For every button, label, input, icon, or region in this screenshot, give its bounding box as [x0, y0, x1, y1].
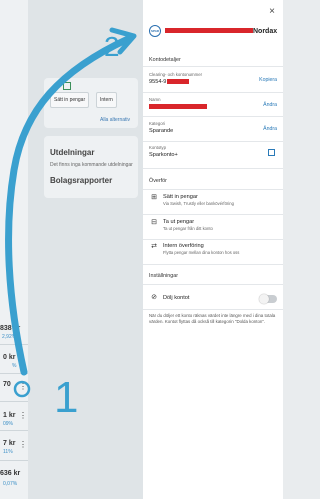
category-field: Kategori Sparande Ändra [149, 121, 277, 134]
withdraw-subtitle: Ta ut pengar från ditt konto [163, 226, 213, 231]
account-type-label: Kontotyp [149, 145, 166, 150]
all-alternatives-link[interactable]: Alla alternativ [100, 117, 130, 123]
holding-pct: 11% [3, 449, 13, 455]
divider [143, 141, 283, 142]
category-value: Sparande [149, 128, 174, 134]
settings-section-header: Inställningar [149, 273, 179, 279]
divider [143, 239, 283, 240]
internal-transfer-title: Intern överföring [163, 243, 204, 249]
account-header: SPAR Nordax [149, 25, 277, 37]
more-options-icon[interactable]: ⋮ [19, 353, 27, 361]
copy-button[interactable]: Kopiera [259, 77, 277, 83]
deposit-row[interactable]: ⊞ Sätt in pengar Via Swish, Trustly elle… [149, 194, 277, 206]
more-options-icon[interactable]: ⋮ [19, 383, 27, 391]
divider [143, 168, 283, 169]
divider [143, 309, 283, 310]
close-icon[interactable]: × [269, 6, 275, 17]
transfer-icon: ⇄ [151, 243, 157, 250]
divider [143, 66, 283, 67]
withdraw-row[interactable]: ⊟ Ta ut pengar Ta ut pengar från ditt ko… [149, 219, 277, 231]
divider [0, 460, 28, 461]
holding-value: 70 [3, 381, 11, 388]
holding-value: 1 kr [3, 412, 16, 419]
holding-pct: 09% [3, 421, 14, 427]
hide-account-toggle[interactable] [259, 294, 277, 304]
holding-value: 7 kr [3, 440, 16, 447]
holding-value: 0 kr [3, 354, 16, 361]
deposit-button-bg[interactable]: Sätt in pengar [50, 92, 90, 108]
deposit-subtitle: Via Swish, Trustly eller bankövérföring [163, 201, 234, 206]
redaction-bar [167, 79, 190, 85]
holding-pct: % [12, 363, 17, 369]
divider [143, 189, 283, 190]
hide-account-row: ⊘ Dölj kontot [149, 294, 277, 302]
deposit-title: Sätt in pengar [163, 194, 198, 200]
divider [143, 284, 283, 285]
divider [0, 373, 28, 374]
edit-category-button[interactable]: Ändra [263, 126, 277, 132]
holding-pct: 2,92% [2, 334, 17, 340]
account-type-field: Kontotyp Sparkonto+ [149, 145, 277, 158]
withdraw-title: Ta ut pengar [163, 219, 195, 225]
divider [0, 344, 28, 345]
divider [0, 401, 28, 402]
holding-pct: 0,07% [3, 481, 18, 487]
category-label: Kategori [149, 121, 166, 126]
wallet-icon [63, 82, 71, 90]
edit-name-button[interactable]: Ändra [263, 102, 277, 108]
hide-account-label: Dölj kontot [163, 295, 190, 301]
withdraw-icon: ⊟ [151, 219, 157, 226]
clearing-field: Clearing- och kontonummer 9554-9 Kopiera [149, 72, 277, 85]
savings-account-icon: SPAR [149, 25, 161, 37]
transfer-section-header: Överför [149, 178, 167, 184]
internal-button-bg[interactable]: Intern [96, 92, 117, 108]
more-options-icon[interactable]: ⋮ [19, 441, 27, 449]
divider [143, 116, 283, 117]
divider [143, 92, 283, 93]
internal-transfer-row[interactable]: ⇄ Intern överföring Flytta pengar mellan… [149, 243, 277, 255]
details-section-header: Kontodetaljer [149, 57, 181, 63]
clearing-label: Clearing- och kontonummer [149, 72, 203, 77]
divider [0, 430, 28, 431]
deposit-icon: ⊞ [151, 194, 157, 201]
account-details-panel: × SPAR Nordax Kontodetaljer Clearing- oc… [143, 0, 283, 499]
eye-off-icon: ⊘ [151, 294, 157, 301]
name-label: Namn [149, 97, 161, 102]
holding-value: 636 kr [0, 470, 21, 477]
divider [143, 264, 283, 265]
reports-title: Bolagsrapporter [50, 176, 113, 185]
name-value [149, 104, 277, 110]
account-type-value: Sparkonto+ [149, 152, 178, 158]
redaction-bar [165, 28, 253, 34]
holding-value: 838 kr [0, 325, 21, 332]
internal-transfer-subtitle: Flytta pengar mellan dina konton hos oss [163, 250, 240, 255]
account-name: Nordax [165, 28, 277, 35]
external-link-icon[interactable] [268, 149, 275, 156]
more-options-icon[interactable]: ⋮ [19, 412, 27, 420]
divider [143, 214, 283, 215]
name-field: Namn Ändra [149, 97, 277, 110]
clearing-value: 9554-9 [149, 79, 277, 85]
hide-account-description: När du döljer ett konto räknas värdet in… [149, 313, 276, 324]
redaction-bar [149, 104, 207, 110]
dividends-title: Utdelningar [50, 148, 95, 157]
